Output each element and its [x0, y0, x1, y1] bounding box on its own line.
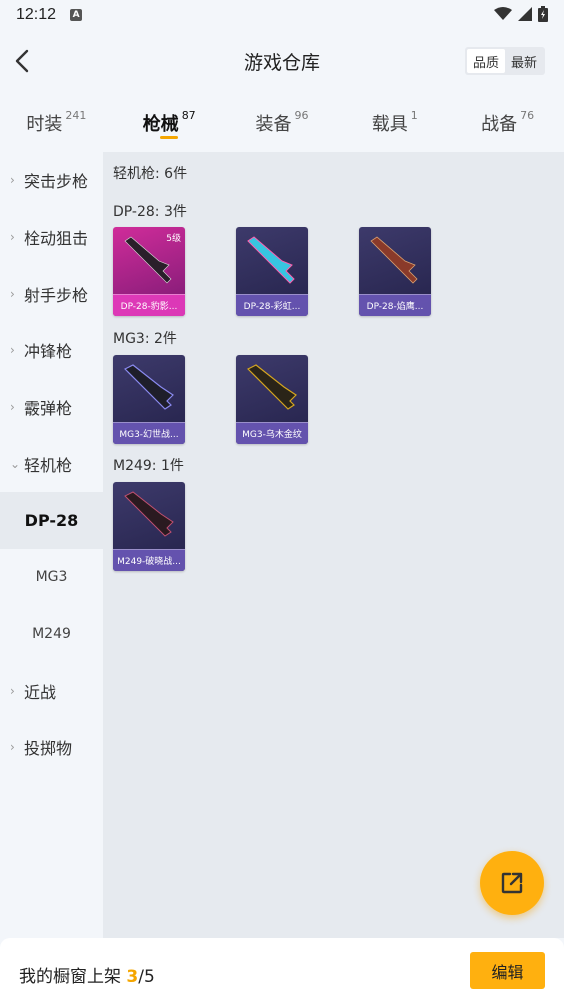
sidebar-item-label: 栓动狙击	[24, 229, 89, 249]
rifle-icon	[370, 236, 418, 284]
sidebar-item-marksman-rifle[interactable]: › 射手步枪	[0, 265, 103, 322]
shelf-status: 我的橱窗上架 3/5	[19, 962, 155, 987]
machine-gun-icon	[246, 364, 297, 410]
item-card[interactable]: M249-破晓战...	[113, 482, 185, 571]
item-name: DP-28-豹影...	[113, 294, 185, 316]
status-icons	[494, 6, 548, 22]
tab-fashion[interactable]: 时装 241	[0, 92, 113, 152]
item-card[interactable]: MG3-乌木金纹	[236, 355, 308, 444]
group-title: M249: 1件	[113, 458, 184, 474]
chevron-right-icon: ›	[10, 683, 15, 698]
sort-quality-button[interactable]: 品质	[466, 49, 505, 73]
wifi-icon	[494, 7, 512, 20]
item-grid-area: 轻机枪: 6件 DP-28: 3件 5级 DP-28-豹影... DP-28-彩…	[103, 152, 564, 938]
sidebar-item-smg[interactable]: › 冲锋枪	[0, 322, 103, 379]
rifle-icon	[124, 236, 172, 284]
group-title: DP-28: 3件	[113, 204, 187, 220]
item-name: DP-28-彩虹...	[236, 294, 308, 316]
sidebar-item-label: 近战	[24, 682, 57, 702]
category-summary: 轻机枪: 6件	[113, 166, 188, 182]
sidebar-sub-mg3[interactable]: MG3	[0, 549, 103, 606]
item-name: DP-28-焰鹰...	[359, 294, 431, 316]
edit-button[interactable]: 编辑	[470, 952, 545, 989]
tab-label: 载具	[371, 114, 408, 135]
sidebar-item-melee[interactable]: › 近战	[0, 662, 103, 719]
shelf-total-count: /5	[138, 967, 155, 987]
machine-gun-icon	[124, 491, 174, 537]
page-title: 游戏仓库	[243, 51, 320, 74]
item-card[interactable]: DP-28-彩虹...	[236, 227, 308, 316]
tab-count: 87	[181, 109, 196, 122]
back-arrow-icon	[15, 49, 29, 73]
tab-count: 1	[410, 109, 418, 122]
rifle-icon	[247, 236, 295, 284]
tab-count: 76	[520, 109, 535, 122]
machine-gun-icon	[123, 364, 174, 410]
chevron-right-icon: ›	[10, 343, 15, 358]
shelf-current-count: 3	[126, 967, 139, 987]
sidebar-item-label: 轻机枪	[24, 455, 73, 475]
sidebar-item-label: 投掷物	[24, 739, 73, 759]
sidebar: › 突击步枪 › 栓动狙击 › 射手步枪 › 冲锋枪 › 霰弹枪 ⌄ 轻机枪 DP-28 M…	[0, 152, 103, 938]
chevron-right-icon: ›	[10, 173, 15, 188]
tab-guns[interactable]: 枪械 87	[113, 92, 226, 152]
tab-supplies[interactable]: 战备 76	[451, 92, 564, 152]
sidebar-sub-m249[interactable]: M249	[0, 606, 103, 663]
category-tabs: 时装 241 枪械 87 装备 96 载具 1 战备 76	[0, 92, 564, 152]
item-card[interactable]: DP-28-焰鹰...	[359, 227, 431, 316]
clock: 12:12	[16, 6, 57, 23]
tab-label: 战备	[481, 114, 518, 135]
group-title: MG3: 2件	[113, 331, 177, 347]
tab-equipment[interactable]: 装备 96	[226, 92, 339, 152]
back-button[interactable]	[10, 47, 36, 75]
item-card[interactable]: MG3-幻世战...	[113, 355, 185, 444]
bottom-bar: 我的橱窗上架 3/5 编辑	[0, 938, 564, 1004]
notification-a-icon: A	[70, 9, 83, 21]
chevron-right-icon: ›	[10, 400, 15, 415]
battery-icon	[538, 6, 548, 22]
item-name: MG3-幻世战...	[113, 422, 185, 444]
item-card[interactable]: 5级 DP-28-豹影...	[113, 227, 185, 316]
sidebar-item-shotgun[interactable]: › 霰弹枪	[0, 379, 103, 436]
sidebar-item-lmg[interactable]: ⌄ 轻机枪	[0, 435, 103, 492]
chevron-right-icon: ›	[10, 740, 15, 755]
header: 游戏仓库 品质 最新	[0, 30, 564, 92]
chevron-right-icon: ›	[10, 286, 15, 301]
sidebar-item-bolt-sniper[interactable]: › 栓动狙击	[0, 209, 103, 266]
sort-latest-button[interactable]: 最新	[505, 49, 543, 73]
item-name: MG3-乌木金纹	[236, 422, 308, 444]
sidebar-item-label: 冲锋枪	[24, 342, 73, 362]
tab-vehicles[interactable]: 载具 1	[338, 92, 451, 152]
sort-toggle: 品质 最新	[464, 47, 545, 75]
share-button[interactable]	[480, 851, 544, 915]
tab-label: 枪械	[142, 114, 179, 135]
sidebar-item-label: 射手步枪	[24, 285, 89, 305]
sidebar-item-label: 霰弹枪	[24, 399, 73, 419]
shelf-label: 我的橱窗上架	[19, 967, 121, 987]
share-icon	[501, 872, 523, 894]
active-tab-indicator	[160, 136, 179, 139]
item-name: M249-破晓战...	[113, 549, 185, 571]
chevron-down-icon: ⌄	[10, 456, 21, 471]
signal-icon	[518, 7, 532, 21]
sidebar-item-throwables[interactable]: › 投掷物	[0, 719, 103, 776]
tab-label: 装备	[255, 114, 292, 135]
chevron-right-icon: ›	[10, 230, 15, 245]
tab-count: 241	[65, 109, 87, 122]
tab-label: 时装	[26, 114, 63, 135]
sidebar-item-assault-rifle[interactable]: › 突击步枪	[0, 152, 103, 209]
sidebar-sub-dp28[interactable]: DP-28	[0, 492, 103, 549]
tab-count: 96	[294, 109, 309, 122]
status-bar: 12:12 A	[0, 0, 564, 30]
sidebar-item-label: 突击步枪	[24, 172, 89, 192]
